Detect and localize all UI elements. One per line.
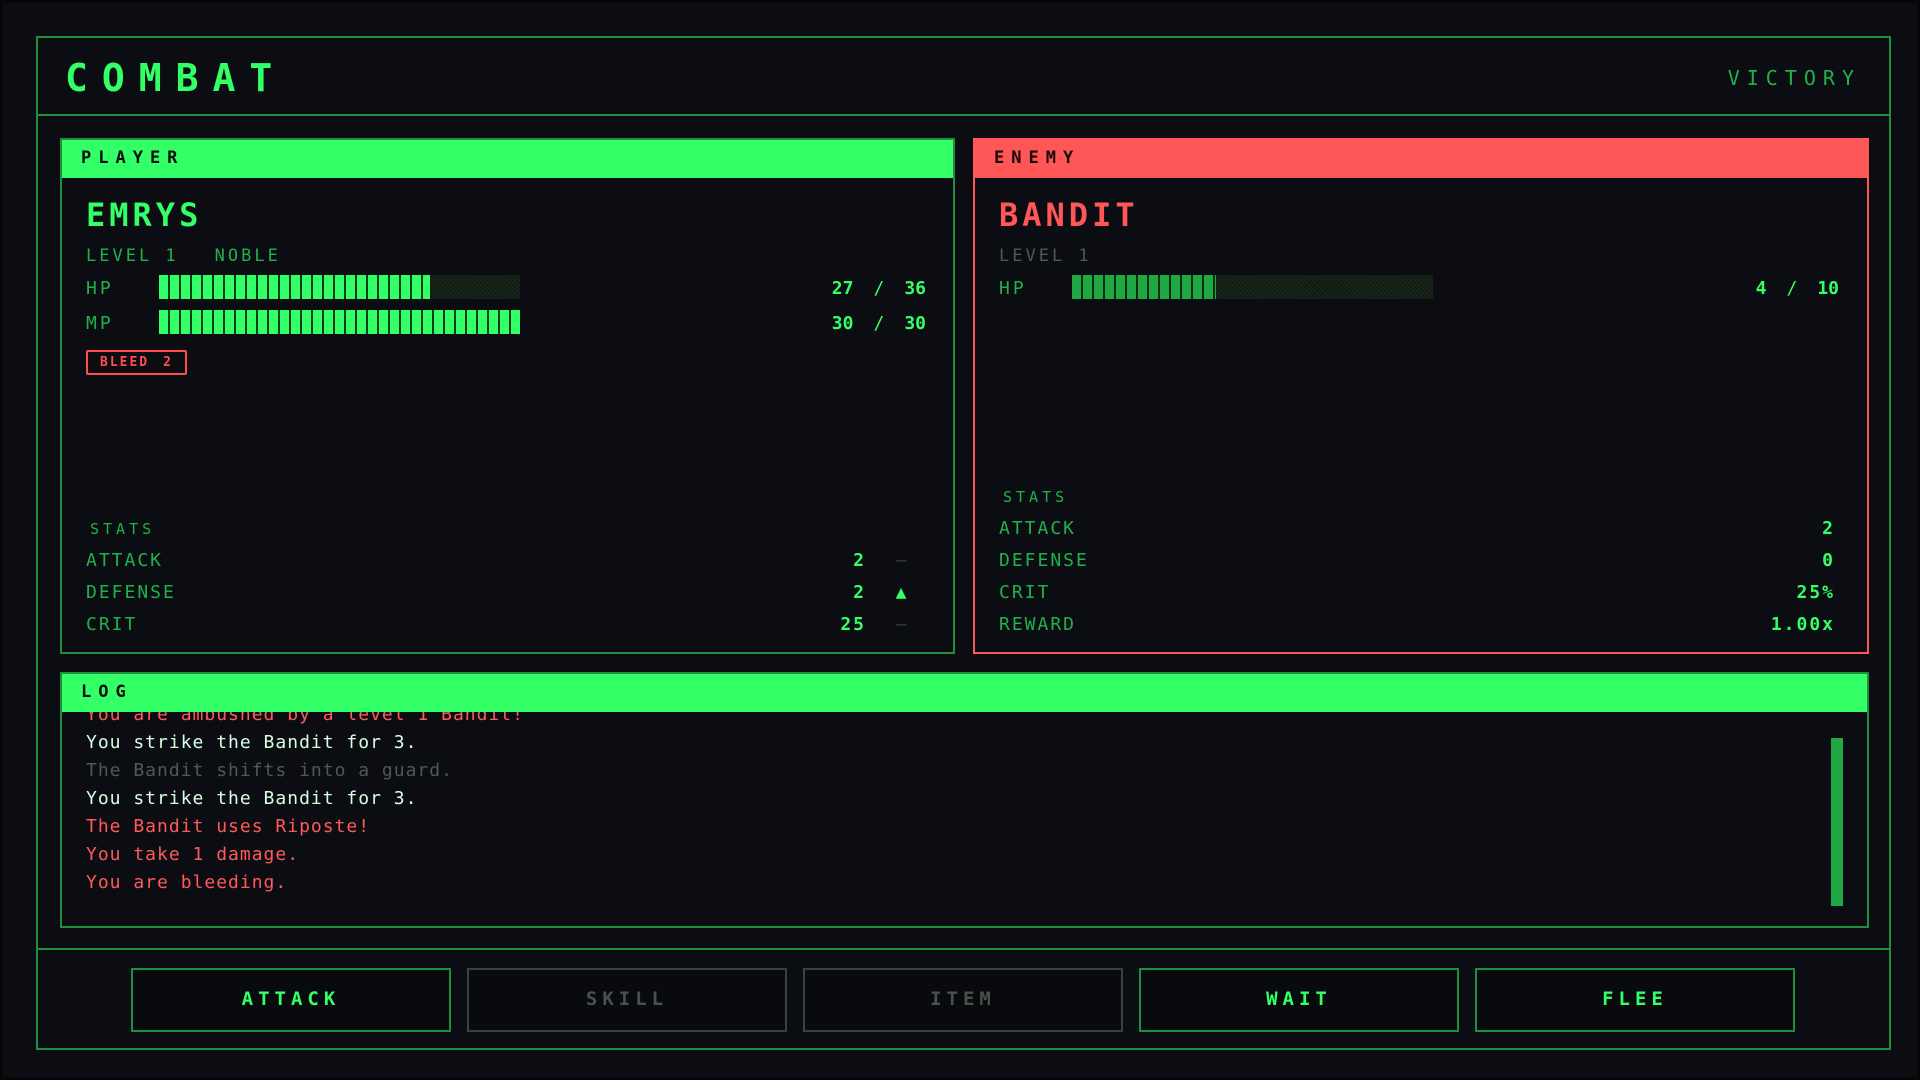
player-level: LEVEL 1 [86,246,179,266]
player-stat-crit: CRIT 25 — [86,614,922,638]
enemy-hp-fill [1072,275,1217,299]
player-panel-header: PLAYER [62,140,953,178]
header-bar: COMBAT VICTORY [38,38,1889,116]
stat-value: 2 [1822,518,1835,539]
log-line: You are bleeding. [86,872,288,893]
player-stat-defense: DEFENSE 2 ▲ [86,582,922,606]
stat-label: ATTACK [86,550,164,571]
player-stat-attack: ATTACK 2 — [86,550,922,574]
log-line: You strike the Bandit for 3. [86,732,418,753]
combat-window: COMBAT VICTORY PLAYER EMRYS LEVEL 1 NOBLE… [36,36,1891,1050]
enemy-stat-attack: ATTACK 2 [999,518,1835,542]
mp-separator: / [873,313,885,334]
mp-label: MP [86,313,114,334]
screen-title: COMBAT [65,56,287,100]
flee-button[interactable]: FLEE [1475,968,1795,1032]
log-scrollbar[interactable] [1831,738,1843,906]
battle-status: VICTORY [1727,66,1861,90]
enemy-hp-current: 4 [1755,278,1767,299]
skill-button[interactable]: SKILL [467,968,787,1032]
stat-trend-neutral-icon: — [895,550,909,571]
action-bar: ATTACK SKILL ITEM WAIT FLEE [38,948,1889,1050]
player-mp-value: 30 / 30 [832,313,926,334]
player-hp-fill [159,275,430,299]
enemy-stats-title: STATS [1003,488,1069,506]
stat-label: ATTACK [999,518,1077,539]
game-screen: COMBAT VICTORY PLAYER EMRYS LEVEL 1 NOBLE… [0,0,1920,1080]
hp-label: HP [999,278,1027,299]
enemy-stat-reward: REWARD 1.00x [999,614,1835,638]
stat-label: DEFENSE [999,550,1089,571]
player-name: EMRYS [86,196,203,234]
player-mp-max: 30 [904,313,926,334]
player-hp-value: 27 / 36 [832,278,926,299]
enemy-hp-row: HP 4 / 10 [999,275,1839,301]
player-mp-current: 30 [831,313,854,334]
log-line: You strike the Bandit for 3. [86,788,418,809]
player-mp-fill [159,310,520,334]
stat-value: 2 [853,582,866,603]
enemy-panel-header: ENEMY [975,140,1867,178]
player-hp-current: 27 [831,278,854,299]
player-subtitle: LEVEL 1 NOBLE [86,246,281,266]
player-hp-row: HP 27 / 36 [86,275,926,301]
attack-button[interactable]: ATTACK [131,968,451,1032]
enemy-level: LEVEL 1 [999,246,1092,266]
wait-button[interactable]: WAIT [1139,968,1459,1032]
item-button[interactable]: ITEM [803,968,1123,1032]
stat-value: 1.00x [1770,614,1835,635]
bleed-status-badge: BLEED 2 [86,350,187,375]
combat-log[interactable]: You are ambushed by a level 1 Bandit! Yo… [62,712,1867,926]
enemy-stat-defense: DEFENSE 0 [999,550,1835,574]
stat-trend-neutral-icon: — [895,614,909,635]
enemy-subtitle: LEVEL 1 [999,246,1092,266]
hp-separator: / [1786,278,1798,299]
player-hp-bar [159,275,520,299]
stat-value: 25% [1796,582,1835,603]
enemy-hp-value: 4 / 10 [1756,278,1839,299]
player-mp-bar [159,310,520,334]
status-effect-name: BLEED [100,355,150,370]
player-hp-max: 36 [904,278,926,299]
stat-label: CRIT [999,582,1051,603]
log-panel-header: LOG [62,674,1867,712]
hp-separator: / [873,278,885,299]
combat-log-panel: LOG You are ambushed by a level 1 Bandit… [60,672,1869,928]
enemy-stat-crit: CRIT 25% [999,582,1835,606]
player-panel: PLAYER EMRYS LEVEL 1 NOBLE HP 27 / 36 MP 3… [60,138,955,654]
hp-label: HP [86,278,114,299]
player-stats-title: STATS [90,520,156,538]
stat-label: DEFENSE [86,582,176,603]
status-effect-value: 2 [163,355,173,370]
enemy-name: BANDIT [999,196,1139,234]
log-line: You are ambushed by a level 1 Bandit! [86,712,524,725]
log-line: The Bandit uses Riposte! [86,816,371,837]
log-line: The Bandit shifts into a guard. [86,760,453,781]
enemy-hp-max: 10 [1817,278,1839,299]
stat-label: CRIT [86,614,138,635]
enemy-hp-bar [1072,275,1433,299]
player-mp-row: MP 30 / 30 [86,310,926,336]
stat-trend-up-icon: ▲ [895,582,909,603]
log-line: You take 1 damage. [86,844,300,865]
stat-value: 0 [1822,550,1835,571]
player-class: NOBLE [214,246,281,266]
stat-value: 2 [853,550,866,571]
enemy-panel: ENEMY BANDIT LEVEL 1 HP 4 / 10 STATS ATTAC… [973,138,1869,654]
stat-value: 25 [840,614,866,635]
stat-label: REWARD [999,614,1077,635]
